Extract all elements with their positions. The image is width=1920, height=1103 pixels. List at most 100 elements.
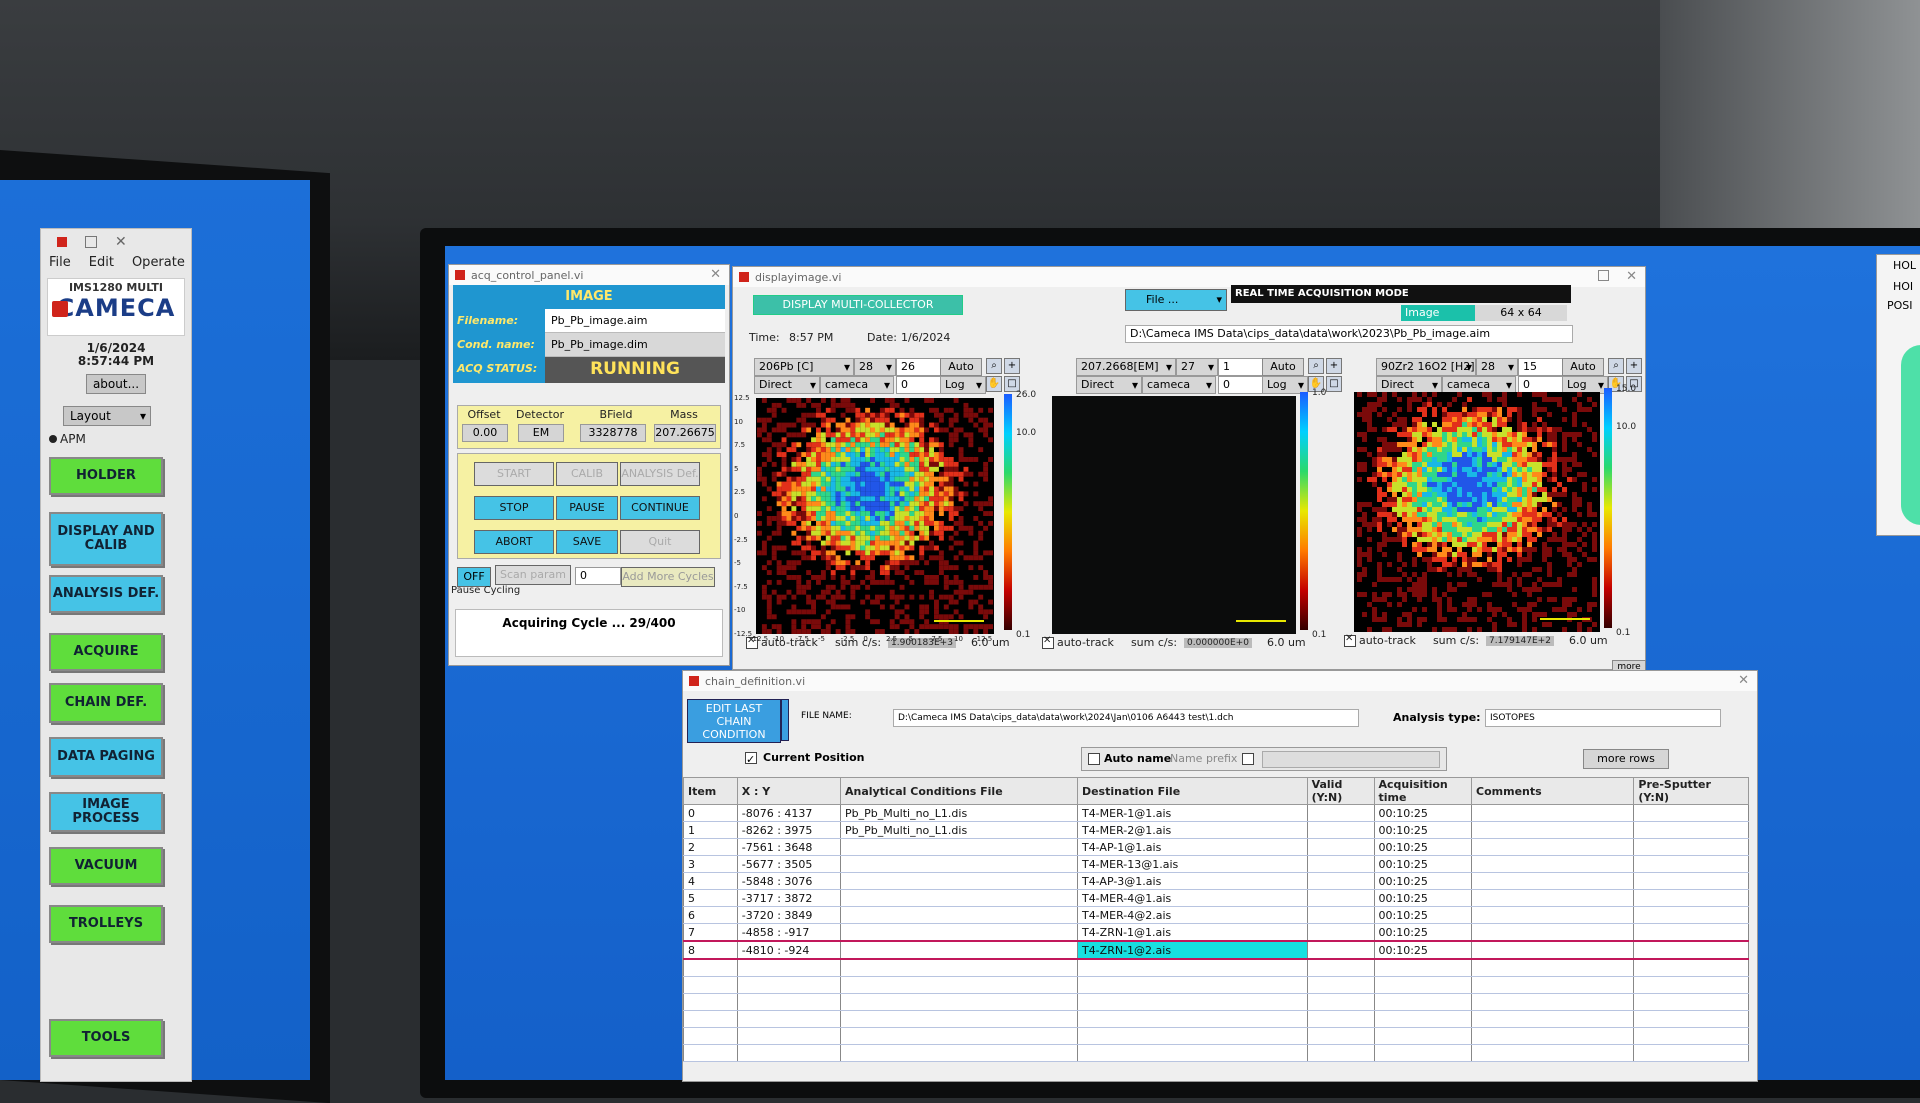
table-cell[interactable] <box>1373 976 1473 994</box>
table-cell[interactable] <box>683 1027 738 1045</box>
menu-operate[interactable]: Operate <box>132 255 185 270</box>
table-row[interactable] <box>683 959 1749 977</box>
abort-button[interactable]: ABORT <box>474 530 554 554</box>
table-cell[interactable]: -4810 : -924 <box>736 940 841 960</box>
chain-def-button[interactable]: CHAIN DEF. <box>49 683 163 723</box>
table-cell[interactable] <box>1373 993 1473 1011</box>
table-cell[interactable] <box>1633 804 1749 822</box>
acquire-button[interactable]: ACQUIRE <box>49 633 163 671</box>
autotrack-checkbox[interactable] <box>1042 635 1054 649</box>
table-cell[interactable] <box>1076 959 1308 977</box>
file-menu-button[interactable]: File ... ▾ <box>1125 289 1227 311</box>
table-cell[interactable] <box>1373 959 1473 977</box>
table-row[interactable]: 0 -8076 : 4137 Pb_Pb_Multi_no_L1.dis T4-MER… <box>683 804 1749 822</box>
table-cell[interactable] <box>1633 838 1749 856</box>
auto-button[interactable]: Auto <box>940 358 982 376</box>
scale-select[interactable]: Log <box>940 376 986 394</box>
display-and-calib-button[interactable]: DISPLAY AND CALIB <box>49 512 163 566</box>
species-select[interactable]: 206Pb [C] <box>754 358 854 376</box>
v3-field[interactable]: 0 <box>1218 376 1264 394</box>
maximize-icon[interactable] <box>1598 270 1609 281</box>
hand-icon[interactable]: ✋ <box>986 376 1002 392</box>
pause-button[interactable]: PAUSE <box>556 496 618 520</box>
v3-field[interactable]: 0 <box>896 376 942 394</box>
v2-field[interactable]: 26 <box>896 358 942 376</box>
stop-button[interactable]: STOP <box>474 496 554 520</box>
table-cell[interactable] <box>839 906 1078 924</box>
menu-edit[interactable]: Edit <box>89 255 114 270</box>
table-cell[interactable] <box>683 1044 738 1062</box>
table-cell[interactable] <box>1306 872 1375 890</box>
table-cell[interactable] <box>736 959 841 977</box>
table-cell[interactable] <box>839 889 1078 907</box>
table-cell[interactable] <box>1633 993 1749 1011</box>
v1-select[interactable]: 27 <box>1176 358 1218 376</box>
table-cell[interactable] <box>1633 889 1749 907</box>
save-button[interactable]: SAVE <box>556 530 618 554</box>
continue-button[interactable]: CONTINUE <box>620 496 700 520</box>
cond-field[interactable]: Pb_Pb_image.dim <box>545 333 725 357</box>
table-cell[interactable] <box>1471 1044 1635 1062</box>
table-cell[interactable]: -3717 : 3872 <box>736 889 841 907</box>
add-more-cycles-button[interactable]: Add More Cycles <box>621 567 715 587</box>
table-cell[interactable]: 00:10:25 <box>1373 804 1473 822</box>
table-row[interactable]: 5 -3717 : 3872 T4-MER-4@1.ais 00:10:25 <box>683 889 1749 907</box>
table-cell[interactable] <box>1306 889 1375 907</box>
table-cell[interactable] <box>1471 821 1635 839</box>
table-cell[interactable]: -5677 : 3505 <box>736 855 841 873</box>
table-cell[interactable] <box>1076 1044 1308 1062</box>
table-cell[interactable]: 00:10:25 <box>1373 889 1473 907</box>
table-cell[interactable] <box>1633 1010 1749 1028</box>
analysis-type-field[interactable]: ISOTOPES <box>1485 709 1721 727</box>
zoom-icon[interactable]: ⌕ <box>1308 358 1324 374</box>
table-cell[interactable] <box>1471 889 1635 907</box>
table-cell[interactable]: T4-MER-2@1.ais <box>1076 821 1308 839</box>
calib-button[interactable]: CALIB <box>556 462 618 486</box>
edit-last-chain-condition-button[interactable]: EDIT LAST CHAIN CONDITION <box>687 699 781 743</box>
table-cell[interactable]: Pb_Pb_Multi_no_L1.dis <box>839 821 1078 839</box>
table-cell[interactable] <box>1633 923 1749 942</box>
table-cell[interactable] <box>1471 923 1635 942</box>
table-cell[interactable] <box>839 838 1078 856</box>
menu-file[interactable]: File <box>49 255 71 270</box>
autotrack-checkbox[interactable] <box>1344 633 1356 647</box>
table-cell[interactable]: T4-MER-4@1.ais <box>1076 889 1308 907</box>
table-cell[interactable] <box>1633 940 1749 960</box>
table-row[interactable]: 8 -4810 : -924 T4-ZRN-1@2.ais 00:10:25 <box>683 940 1749 960</box>
maximize-icon[interactable] <box>85 236 97 248</box>
table-cell[interactable] <box>1471 838 1635 856</box>
table-cell[interactable] <box>1076 993 1308 1011</box>
zoom-icon[interactable]: ⌕ <box>986 358 1002 374</box>
table-cell[interactable] <box>683 976 738 994</box>
table-cell[interactable] <box>1633 1044 1749 1062</box>
table-cell[interactable]: -4858 : -917 <box>736 923 841 942</box>
auto-name-checkbox[interactable] <box>1088 752 1100 765</box>
table-cell[interactable] <box>1471 976 1635 994</box>
table-cell[interactable]: -3720 : 3849 <box>736 906 841 924</box>
close-icon[interactable]: ✕ <box>1738 673 1749 688</box>
table-row[interactable] <box>683 993 1749 1011</box>
table-cell[interactable] <box>1633 976 1749 994</box>
table-cell[interactable] <box>1306 821 1375 839</box>
table-cell[interactable] <box>839 940 1078 960</box>
auto-button[interactable]: Auto <box>1562 358 1604 376</box>
current-position-checkbox[interactable]: ✓ <box>745 751 757 766</box>
crosshair-icon[interactable]: + <box>1626 358 1642 374</box>
table-cell[interactable] <box>1306 940 1375 960</box>
image-path-field[interactable]: D:\Cameca IMS Data\cips_data\data\work\2… <box>1125 325 1573 343</box>
table-row[interactable]: 7 -4858 : -917 T4-ZRN-1@1.ais 00:10:25 <box>683 923 1749 942</box>
holder-button[interactable]: HOLDER <box>49 457 163 495</box>
tools-button[interactable]: TOOLS <box>49 1019 163 1057</box>
auto-name-option[interactable]: Auto name <box>1088 752 1171 765</box>
about-button[interactable]: about... <box>86 374 146 394</box>
display-multi-collector-button[interactable]: DISPLAY MULTI-COLLECTOR <box>753 295 963 315</box>
table-cell[interactable] <box>839 1044 1078 1062</box>
table-cell[interactable]: Pb_Pb_Multi_no_L1.dis <box>839 804 1078 822</box>
table-cell[interactable]: 4 <box>683 872 738 890</box>
crosshair-icon[interactable]: + <box>1004 358 1020 374</box>
table-cell[interactable] <box>1471 1010 1635 1028</box>
table-row[interactable] <box>683 976 1749 994</box>
zoom-icon[interactable]: ⌕ <box>1608 358 1624 374</box>
cycles-field[interactable]: 0 <box>575 567 621 585</box>
table-cell[interactable] <box>1471 855 1635 873</box>
